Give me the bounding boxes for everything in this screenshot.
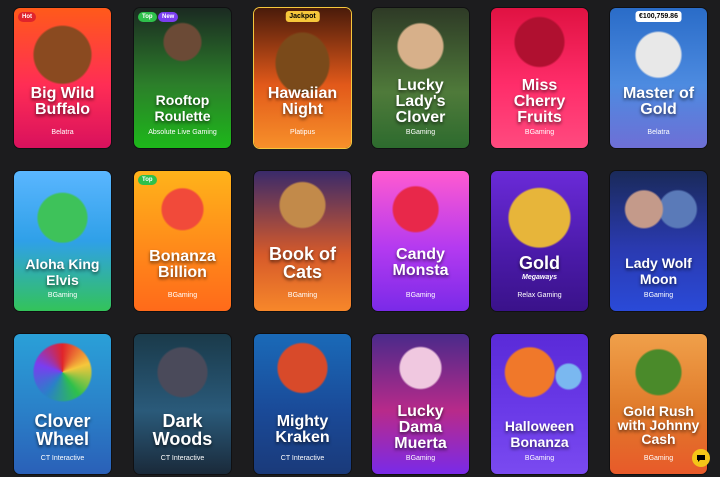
- game-title: Rooftop Roulette: [154, 92, 211, 124]
- game-provider: BGaming: [405, 129, 436, 136]
- game-provider: CT Interactive: [160, 455, 205, 462]
- game-card-master-of-gold[interactable]: €100,759.86 Master of Gold Belatra: [610, 8, 707, 148]
- game-provider: BGaming: [524, 455, 555, 462]
- game-card-clover-wheel[interactable]: Clover Wheel CT Interactive: [14, 334, 111, 474]
- game-card-book-of-cats[interactable]: Book of Cats BGaming: [254, 171, 351, 311]
- game-card-lady-wolf-moon[interactable]: Lady Wolf Moon BGaming: [610, 171, 707, 311]
- game-card-hawaiian-night[interactable]: Jackpot Hawaiian Night Platipus: [254, 8, 351, 148]
- game-provider: BGaming: [287, 292, 318, 299]
- game-provider: Absolute Live Gaming: [148, 129, 217, 136]
- game-title: Bonanza Billion: [149, 248, 216, 281]
- game-provider: BGaming: [47, 292, 78, 299]
- game-card-lucky-dama-muerta[interactable]: Lucky Dama Muerta BGaming: [372, 334, 469, 474]
- top-badge: Top: [138, 175, 157, 185]
- game-provider: Belatra: [647, 129, 670, 136]
- game-title: Master of Gold: [622, 85, 695, 118]
- game-provider: Belatra: [51, 129, 74, 136]
- game-card-dark-woods[interactable]: Dark Woods CT Interactive: [134, 334, 231, 474]
- game-provider: BGaming: [643, 292, 674, 299]
- game-subtitle: Megaways: [521, 274, 558, 281]
- new-badge: New: [158, 12, 179, 22]
- game-title: Hawaiian Night: [267, 85, 338, 118]
- game-title: Gold: [519, 253, 560, 273]
- game-card-gold-megaways[interactable]: Gold Megaways Relax Gaming: [491, 171, 588, 311]
- jackpot-amount-badge: €100,759.86: [635, 11, 682, 22]
- game-title: Aloha King Elvis: [25, 256, 100, 288]
- game-title: Lucky Lady's Clover: [395, 77, 446, 126]
- game-card-lucky-ladys-clover[interactable]: Lucky Lady's Clover BGaming: [372, 8, 469, 148]
- game-card-rooftop-roulette[interactable]: Top New Rooftop Roulette Absolute Live G…: [134, 8, 231, 148]
- game-provider: CT Interactive: [40, 455, 85, 462]
- game-title: Miss Cherry Fruits: [513, 77, 566, 126]
- game-provider: BGaming: [405, 292, 436, 299]
- game-title: Candy Monsta: [392, 246, 449, 279]
- game-provider: Platipus: [290, 129, 315, 136]
- game-card-miss-cherry-fruits[interactable]: Miss Cherry Fruits BGaming: [491, 8, 588, 148]
- game-provider: CT Interactive: [280, 455, 325, 462]
- top-badge: Top: [138, 12, 157, 22]
- game-card-big-wild-buffalo[interactable]: Hot Big Wild Buffalo Belatra: [14, 8, 111, 148]
- game-title: Clover Wheel: [34, 411, 91, 449]
- chat-bubble-icon[interactable]: [692, 449, 710, 467]
- game-provider: BGaming: [405, 455, 436, 462]
- game-title: Book of Cats: [269, 244, 336, 282]
- game-card-aloha-king-elvis[interactable]: Aloha King Elvis BGaming: [14, 171, 111, 311]
- game-title: Lady Wolf Moon: [625, 255, 692, 287]
- game-card-candy-monsta[interactable]: Candy Monsta BGaming: [372, 171, 469, 311]
- jackpot-badge: Jackpot: [285, 11, 320, 22]
- game-title: Big Wild Buffalo: [30, 85, 95, 118]
- game-title: Lucky Dama Muerta: [394, 403, 447, 452]
- game-provider: Relax Gaming: [517, 292, 562, 299]
- game-title: Dark Woods: [152, 411, 213, 449]
- hot-badge: Hot: [18, 12, 36, 22]
- game-card-bonanza-billion[interactable]: Top Bonanza Billion BGaming: [134, 171, 231, 311]
- game-title: Halloween Bonanza: [504, 418, 575, 450]
- game-card-mighty-kraken[interactable]: Mighty Kraken CT Interactive: [254, 334, 351, 474]
- game-card-halloween-bonanza[interactable]: Halloween Bonanza BGaming: [491, 334, 588, 474]
- game-provider: BGaming: [167, 292, 198, 299]
- game-title: Gold Rush with Johnny Cash: [617, 403, 700, 447]
- game-title: Mighty Kraken: [275, 413, 330, 446]
- game-provider: BGaming: [524, 129, 555, 136]
